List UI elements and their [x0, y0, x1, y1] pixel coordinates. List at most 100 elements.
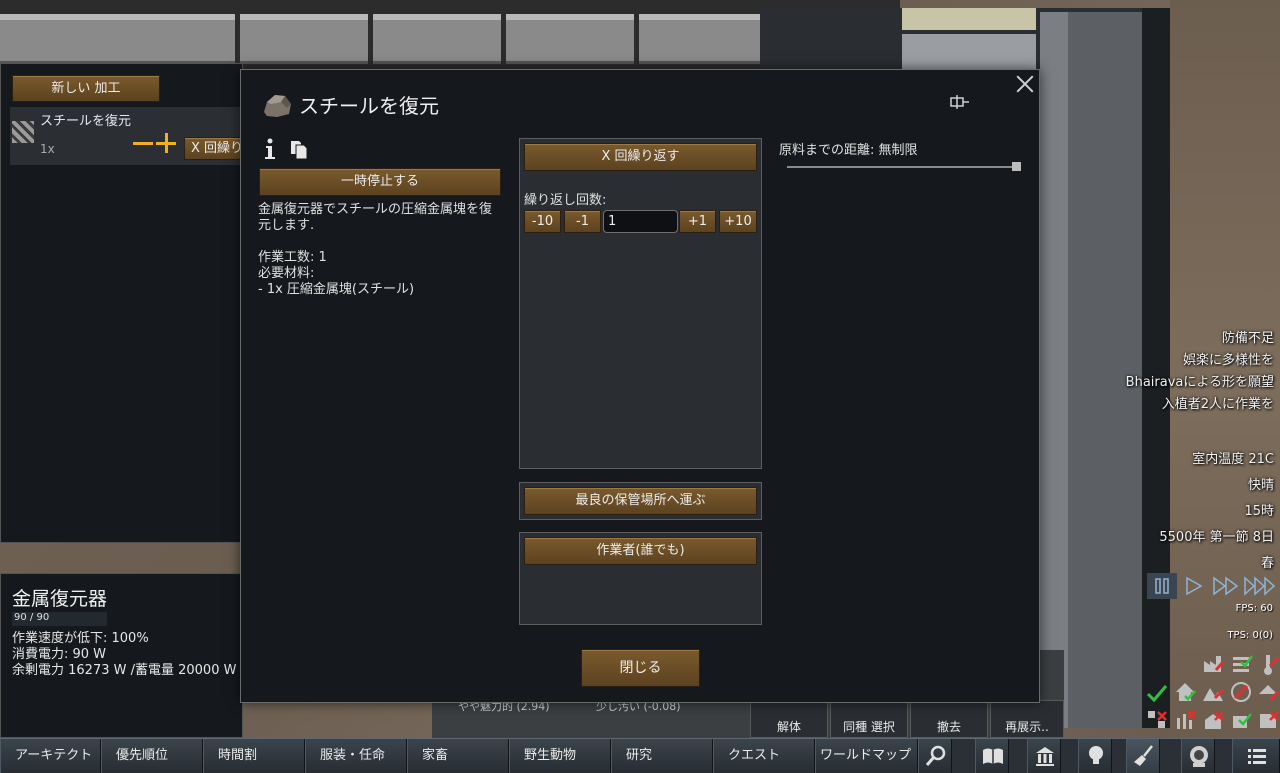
play-icon[interactable] [1181, 573, 1207, 599]
inspect-title: 金属復元器 [12, 588, 108, 610]
list-toggle-icon[interactable] [1229, 652, 1253, 676]
cancel-button[interactable]: 撤去 [910, 700, 988, 738]
tab-schedule[interactable]: 時間割 [203, 739, 305, 773]
pause-icon[interactable] [1147, 573, 1177, 599]
dock-icon[interactable] [950, 95, 970, 109]
store-mode-button[interactable]: 最良の保管場所へ運ぶ [524, 487, 757, 515]
tab-factions[interactable] [1027, 739, 1061, 773]
tab-tools[interactable] [1126, 739, 1160, 773]
tab-animals[interactable]: 家畜 [407, 739, 509, 773]
bill-config-dialog: スチールを復元 一時停止する 金属復元器でスチールの圧縮金属塊を復元します. 作… [240, 69, 1040, 703]
reinstall-label: 再展示.. [1005, 720, 1049, 734]
select-same-button[interactable]: 同種 選択 [830, 700, 908, 738]
search-icon [925, 745, 946, 766]
close-icon[interactable] [1013, 72, 1037, 96]
select-same-label: 同種 選択 [843, 720, 895, 734]
decrement-10-button[interactable]: -10 [524, 210, 561, 233]
learning-toggle-icon[interactable] [1229, 708, 1253, 732]
map-wall-segment [506, 14, 634, 64]
alert-item[interactable]: 娯楽に多様性を [1114, 352, 1274, 370]
repeat-count-input[interactable]: 1 [603, 210, 678, 233]
tab-assign[interactable]: 服装・任命 [305, 739, 407, 773]
broom-icon [1134, 745, 1153, 766]
decrement-1-button[interactable]: -1 [564, 210, 601, 233]
tps-readout: TPS: 0(0) [1227, 630, 1273, 641]
new-bill-button[interactable]: 新しい 加工 [12, 75, 160, 102]
tab-ideas[interactable] [1078, 739, 1112, 773]
worker-restriction-button[interactable]: 作業者(誰でも) [524, 537, 757, 565]
deconstruct-label: 解体 [776, 720, 801, 734]
map-wall-segment [373, 14, 501, 64]
cancel-label: 撤去 [936, 720, 961, 734]
bill-description: 金属復元器でスチールの圧縮金属塊を復元します. 作業工数: 1 必要材料: - … [258, 202, 493, 297]
hit-points-bar: 90 / 90 [12, 612, 107, 626]
alerts-list: 防備不足 娯楽に多様性を Bhairavaによる形を願望 入植者2人に作業を [1114, 330, 1274, 418]
increment-1-button[interactable]: +1 [679, 210, 716, 233]
bill-repeat-button[interactable]: X 回繰り返す [184, 137, 244, 160]
home-toggle-icon[interactable] [1173, 680, 1197, 704]
auto-home-toggle-icon[interactable] [1256, 708, 1280, 732]
increment-icon[interactable] [156, 133, 176, 153]
ingredient-radius-label: 原料までの距離: 無制限 [779, 143, 918, 158]
grid-toggle-icon[interactable] [1145, 708, 1169, 732]
decrement-icon[interactable] [133, 142, 153, 145]
fast-forward-icon[interactable] [1211, 573, 1241, 599]
tab-menu[interactable] [1232, 739, 1280, 773]
slider-handle[interactable] [1012, 162, 1021, 171]
superfast-icon[interactable] [1243, 573, 1279, 599]
bill-count: 1x [40, 142, 55, 156]
repeat-settings-box: X 回繰り返す 繰り返し回数: -10 -1 1 +1 +10 [519, 138, 762, 469]
tab-ideology[interactable] [1181, 739, 1215, 773]
time-of-day: 15時 [1244, 504, 1274, 519]
increment-10-button[interactable]: +10 [719, 210, 757, 233]
indoor-temperature: 室内温度 21C [1192, 452, 1274, 467]
date: 5500年 第一節 8日 [1159, 530, 1274, 545]
dialog-title: スチールを復元 [299, 94, 439, 118]
bill-name: スチールを復元 [40, 114, 132, 129]
factory-toggle-icon[interactable] [1201, 652, 1225, 676]
inspect-stats: 作業速度が低下: 100% 消費電力: 90 W 余剰電力 16273 W /蓄… [12, 631, 236, 679]
info-icon[interactable] [263, 138, 277, 160]
tab-research[interactable]: 研究 [611, 739, 713, 773]
map-steel-wall [1040, 12, 1070, 728]
map-wall-segment [107, 14, 235, 64]
overlay-toggles [1143, 652, 1280, 738]
copy-icon[interactable] [290, 140, 308, 160]
tab-world[interactable]: ワールドマップ [815, 739, 918, 773]
alert-item[interactable]: Bhairavaによる形を願望 [1114, 374, 1274, 392]
time-speed-controls [1145, 573, 1280, 599]
map-wall-segment [240, 14, 368, 64]
map-floor-tile [902, 8, 1036, 30]
map-locker [902, 34, 1036, 70]
beauty-toggle-icon[interactable] [1173, 708, 1197, 732]
close-button[interactable]: 閉じる [581, 649, 700, 687]
tab-architect[interactable]: アーキテクト [0, 739, 101, 773]
repeat-mode-button[interactable]: X 回繰り返す [524, 143, 757, 171]
fertility-toggle-icon[interactable] [1229, 680, 1253, 704]
zone-toggle-icon[interactable] [1256, 680, 1280, 704]
steel-icon [12, 121, 34, 143]
bill-row[interactable]: スチールを復元 1x X 回繰り返す [10, 107, 244, 165]
tab-history[interactable] [975, 739, 1009, 773]
weather: 快晴 [1247, 478, 1274, 493]
alert-item[interactable]: 防備不足 [1114, 330, 1274, 348]
tab-work[interactable]: 優先順位 [101, 739, 203, 773]
alert-item[interactable]: 入植者2人に作業を [1114, 396, 1274, 414]
date-weather-readout: 室内温度 21C 快晴 15時 5500年 第一節 8日 春 [1114, 447, 1274, 577]
power-surplus-line: 余剰電力 16273 W /蓄電量 20000 W [12, 663, 237, 678]
inspect-panel: 金属復元器 90 / 90 作業速度が低下: 100% 消費電力: 90 W 余… [0, 573, 243, 738]
map-wall-segment [639, 14, 767, 64]
thermometer-toggle-icon[interactable] [1256, 652, 1280, 676]
tab-search[interactable] [918, 739, 952, 773]
pause-button[interactable]: 一時停止する [259, 168, 501, 196]
menu-icon [1248, 749, 1266, 764]
tab-quests[interactable]: クエスト [713, 739, 815, 773]
repeat-count-label: 繰り返し回数: [524, 193, 607, 208]
deconstruct-button[interactable]: 解体 [750, 700, 828, 738]
ingredient-radius-slider[interactable] [787, 166, 1021, 168]
terrain-toggle-icon[interactable] [1201, 680, 1225, 704]
roof-toggle-icon[interactable] [1145, 680, 1169, 704]
tab-wildlife[interactable]: 野生動物 [509, 739, 611, 773]
cleanliness-toggle-icon[interactable] [1201, 708, 1225, 732]
reinstall-button[interactable]: 再展示.. [990, 700, 1064, 738]
